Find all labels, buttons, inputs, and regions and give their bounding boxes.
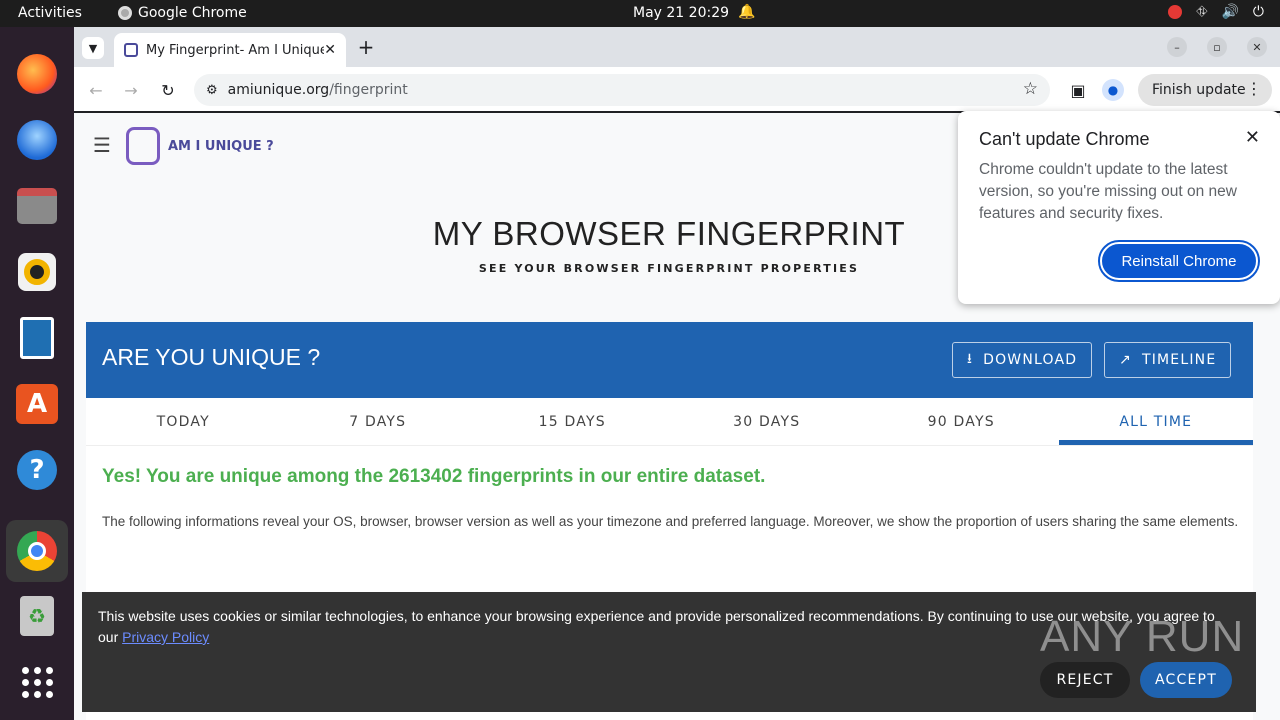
side-panel-icon[interactable]: ▣ — [1068, 80, 1088, 100]
reload-icon[interactable]: ↻ — [158, 80, 178, 100]
site-info-icon[interactable]: ⚙ — [206, 83, 218, 98]
files-icon[interactable] — [14, 183, 60, 229]
dock: A ? ♻ — [0, 27, 74, 720]
anyrun-watermark: ANY RUN — [1040, 612, 1245, 661]
back-icon[interactable]: ← — [86, 80, 106, 100]
volume-icon: 🔊 — [1221, 4, 1239, 20]
address-bar[interactable]: ⚙ amiunique.org/fingerprint ☆ — [194, 74, 1050, 106]
thunderbird-icon[interactable] — [14, 117, 60, 163]
network-icon: ⛗ — [1196, 4, 1208, 20]
popup-title: Can't update Chrome — [979, 129, 1150, 149]
fingerprint-logo-icon — [126, 127, 160, 165]
reinstall-chrome-button[interactable]: Reinstall Chrome — [1098, 240, 1260, 282]
tab-30-days[interactable]: 30 DAYS — [670, 398, 865, 445]
help-icon[interactable]: ? — [14, 447, 60, 493]
tab-my-fingerprint[interactable]: My Fingerprint- Am I Unique? ✕ — [114, 33, 346, 67]
system-tray[interactable]: ⛗ 🔊 ⏻ — [1168, 4, 1264, 20]
maximize-button[interactable]: ▫ — [1207, 37, 1227, 57]
timeline-label: TIMELINE — [1141, 352, 1217, 368]
hamburger-menu-icon[interactable]: ☰ — [90, 133, 114, 157]
logo-text: AM I UNIQUE ? — [168, 138, 274, 154]
tab-all-time[interactable]: ALL TIME — [1058, 398, 1253, 445]
tab-7-days[interactable]: 7 DAYS — [281, 398, 476, 445]
tab-90-days[interactable]: 90 DAYS — [864, 398, 1059, 445]
site-favicon-icon — [124, 43, 138, 57]
app-center-icon[interactable]: A — [14, 381, 60, 427]
activities-button[interactable]: Activities — [18, 5, 82, 21]
reject-button[interactable]: REJECT — [1040, 662, 1130, 698]
active-app-name: Google Chrome — [138, 5, 247, 21]
chrome-dock-icon[interactable] — [6, 520, 68, 582]
unique-message: Yes! You are unique among the 2613402 fi… — [102, 466, 766, 487]
url-host: amiunique.org — [227, 82, 330, 98]
card-header: ARE YOU UNIQUE ? ⭳ DOWNLOAD ↗ TIMELINE — [86, 322, 1253, 398]
libreoffice-writer-icon[interactable] — [14, 315, 60, 361]
tab-today[interactable]: TODAY — [86, 398, 281, 445]
popup-message: Chrome couldn't update to the latest ver… — [979, 161, 1237, 222]
chrome-small-icon — [118, 6, 132, 20]
forward-icon[interactable]: → — [121, 80, 141, 100]
status-alert-icon — [1168, 5, 1183, 19]
tab-close-icon[interactable]: ✕ — [324, 42, 336, 58]
system-top-bar: Activities Google Chrome May 21 20:29 🔔 … — [0, 0, 1280, 27]
trend-line-icon: ↗ — [1119, 352, 1132, 368]
download-icon: ⭳ — [967, 351, 974, 367]
new-tab-icon[interactable]: + — [356, 35, 376, 59]
close-window-button[interactable]: ✕ — [1247, 37, 1267, 57]
profile-avatar-icon[interactable]: ● — [1102, 79, 1124, 101]
browser-toolbar: ← → ↻ ⚙ amiunique.org/fingerprint ☆ ▣ ● … — [74, 67, 1280, 113]
description-text: The following informations reveal your O… — [102, 514, 1239, 529]
timeline-button[interactable]: ↗ TIMELINE — [1104, 342, 1232, 378]
site-logo[interactable]: AM I UNIQUE ? — [126, 127, 274, 165]
power-icon: ⏻ — [1252, 4, 1264, 20]
url-path: /fingerprint — [329, 82, 408, 98]
tab-search-chevron-icon[interactable]: ▼ — [82, 37, 104, 59]
privacy-policy-link[interactable]: Privacy Policy — [122, 629, 209, 645]
rhythmbox-icon[interactable] — [14, 249, 60, 295]
card-title: ARE YOU UNIQUE ? — [102, 344, 321, 370]
accept-button[interactable]: ACCEPT — [1140, 662, 1232, 698]
bookmark-star-icon[interactable]: ☆ — [1023, 79, 1038, 99]
firefox-icon[interactable] — [14, 51, 60, 97]
trash-icon[interactable]: ♻ — [14, 593, 60, 639]
menu-dots-icon: ⋮ — [1246, 79, 1262, 98]
time-range-tabs: TODAY 7 DAYS 15 DAYS 30 DAYS 90 DAYS ALL… — [86, 398, 1253, 446]
active-app-indicator[interactable]: Google Chrome — [118, 5, 247, 21]
popup-close-icon[interactable]: ✕ — [1245, 127, 1260, 148]
clock[interactable]: May 21 20:29 — [633, 5, 729, 21]
finish-update-label: Finish update — [1152, 82, 1246, 98]
download-button[interactable]: ⭳ DOWNLOAD — [952, 342, 1093, 378]
chrome-update-popup: Can't update Chrome ✕ Chrome couldn't up… — [958, 111, 1280, 304]
finish-update-button[interactable]: Finish update ⋮ — [1138, 74, 1272, 106]
show-apps-icon[interactable] — [14, 659, 60, 705]
minimize-button[interactable]: – — [1167, 37, 1187, 57]
tab-strip: ▼ My Fingerprint- Am I Unique? ✕ + – ▫ ✕ — [74, 27, 1280, 67]
download-label: DOWNLOAD — [983, 352, 1078, 368]
tab-title: My Fingerprint- Am I Unique? — [146, 42, 325, 58]
notification-bell-icon[interactable]: 🔔 — [738, 4, 755, 20]
tab-15-days[interactable]: 15 DAYS — [475, 398, 670, 445]
